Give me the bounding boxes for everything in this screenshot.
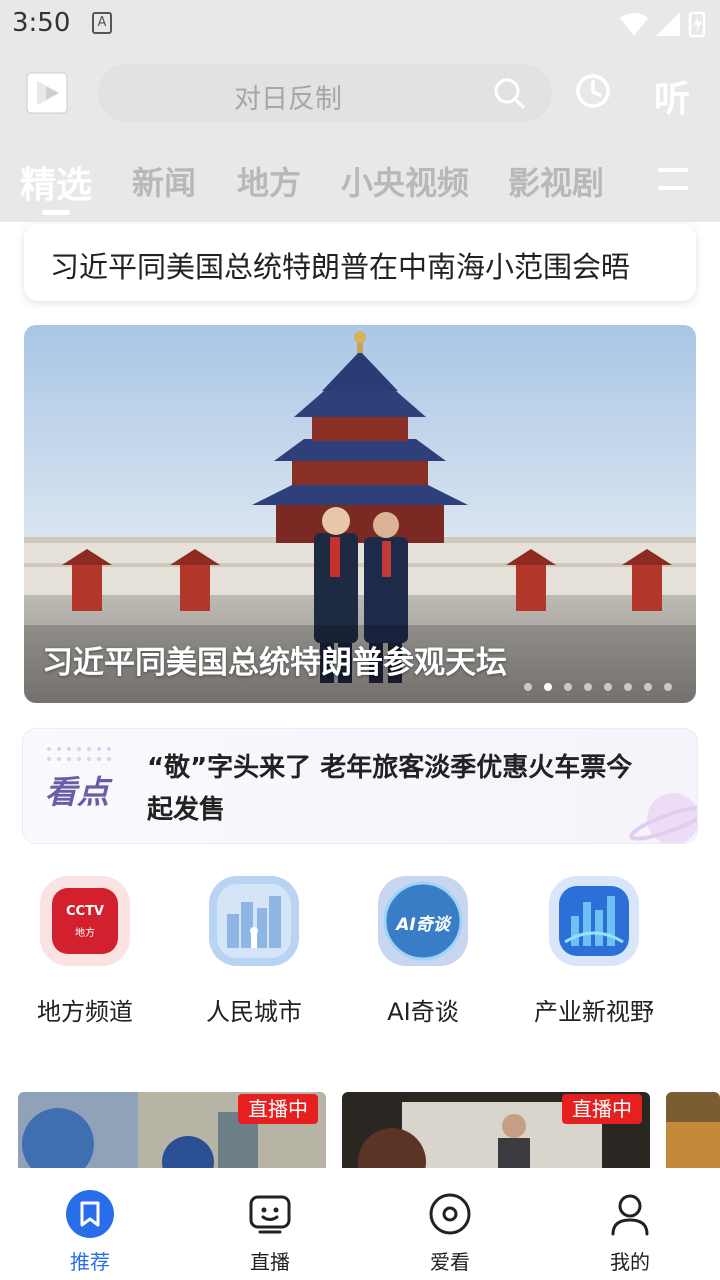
app-logo-icon[interactable] — [26, 72, 68, 114]
channel-label: AI奇谈 — [387, 998, 459, 1026]
carousel-dot[interactable] — [624, 683, 632, 691]
live-card-partial[interactable] — [666, 1092, 720, 1168]
kandian-card[interactable]: 看点 “敬”字头来了 老年旅客淡季优惠火车票今起发售 — [22, 728, 698, 844]
tab-featured[interactable]: 精选 — [20, 156, 92, 208]
channel-industry[interactable]: 产业新视野 — [519, 876, 669, 1027]
live-badge: 直播中 — [238, 1094, 318, 1124]
bookmark-icon — [66, 1190, 114, 1238]
carousel-dot-active[interactable] — [544, 683, 552, 691]
headline-text: 习近平同美国总统特朗普在中南海小范围会晤 — [50, 250, 631, 284]
carousel-dots[interactable] — [524, 683, 672, 691]
city-icon — [209, 876, 299, 966]
tab-xiaoyang-video[interactable]: 小央视频 — [341, 158, 469, 204]
nav-label: 推荐 — [70, 1250, 110, 1274]
channel-people-city[interactable]: 人民城市 — [179, 876, 329, 1027]
top-header: 3:50 A 对日反制 听 精选 新闻 地方 小央视频 影视剧 — [0, 0, 720, 222]
wifi-icon — [620, 13, 648, 36]
tab-film-tv[interactable]: 影视剧 — [508, 158, 604, 204]
carousel-dot[interactable] — [644, 683, 652, 691]
carousel-dot[interactable] — [524, 683, 532, 691]
carousel-dot[interactable] — [584, 683, 592, 691]
signal-icon — [656, 12, 680, 36]
headline-card[interactable]: 习近平同美国总统特朗普在中南海小范围会晤 — [24, 224, 696, 301]
listen-button[interactable]: 听 — [654, 70, 690, 122]
cctv-local-sub: 地方 — [75, 928, 95, 939]
history-clock-icon[interactable] — [574, 72, 612, 110]
nav-label: 我的 — [610, 1250, 650, 1274]
live-thumbnail — [666, 1092, 720, 1168]
tab-local[interactable]: 地方 — [237, 158, 301, 204]
channel-ai-talk[interactable]: AI奇谈 AI奇谈 — [348, 876, 498, 1027]
channel-local[interactable]: CCTV 地方 地方频道 — [10, 876, 160, 1027]
carousel-dot[interactable] — [604, 683, 612, 691]
live-card[interactable]: 直播中 — [342, 1092, 650, 1168]
nav-live[interactable]: 直播 — [210, 1190, 330, 1275]
dot-pattern-decoration — [47, 747, 111, 761]
carousel-dot[interactable] — [664, 683, 672, 691]
tab-menu-icon[interactable] — [656, 164, 690, 194]
kandian-logo: 看点 — [45, 773, 110, 811]
ai-talk-logo-text: AI奇谈 — [396, 915, 450, 935]
status-icons — [620, 11, 706, 38]
planet-decoration-icon — [629, 793, 697, 843]
disc-icon — [429, 1193, 471, 1235]
nav-mine[interactable]: 我的 — [570, 1190, 690, 1275]
notification-a-icon: A — [92, 12, 112, 34]
channel-tabs: 精选 新闻 地方 小央视频 影视剧 — [0, 150, 720, 216]
search-placeholder: 对日反制 — [234, 84, 342, 115]
live-badge: 直播中 — [562, 1094, 642, 1124]
tab-news[interactable]: 新闻 — [132, 158, 196, 204]
ai-talk-icon: AI奇谈 — [378, 876, 468, 966]
status-bar: 3:50 A — [0, 0, 720, 48]
bottom-nav: 推荐 直播 爱看 我的 — [0, 1168, 720, 1280]
banner-caption: 习近平同美国总统特朗普参观天坛 — [42, 645, 507, 681]
person-icon — [611, 1194, 649, 1236]
industry-icon — [549, 876, 639, 966]
search-bar[interactable]: 对日反制 — [98, 64, 552, 122]
nav-recommend[interactable]: 推荐 — [30, 1190, 150, 1275]
search-icon[interactable] — [492, 76, 526, 110]
kandian-headline: “敬”字头来了 老年旅客淡季优惠火车票今起发售 — [147, 753, 633, 825]
nav-label: 爱看 — [430, 1250, 470, 1274]
tab-active-indicator — [42, 210, 70, 215]
live-card[interactable]: 直播中 — [18, 1092, 326, 1168]
nav-watch[interactable]: 爱看 — [390, 1190, 510, 1275]
cctv-logo-text: CCTV — [65, 904, 104, 919]
channel-label: 产业新视野 — [534, 998, 654, 1026]
channel-label: 人民城市 — [206, 998, 302, 1026]
featured-banner[interactable]: 习近平同美国总统特朗普参观天坛 — [24, 325, 696, 703]
cctv-local-icon: CCTV 地方 — [40, 876, 130, 966]
channel-label: 地方频道 — [37, 998, 133, 1026]
carousel-dot[interactable] — [564, 683, 572, 691]
tv-face-icon — [249, 1195, 291, 1234]
status-time: 3:50 — [12, 8, 71, 38]
nav-label: 直播 — [250, 1250, 290, 1274]
